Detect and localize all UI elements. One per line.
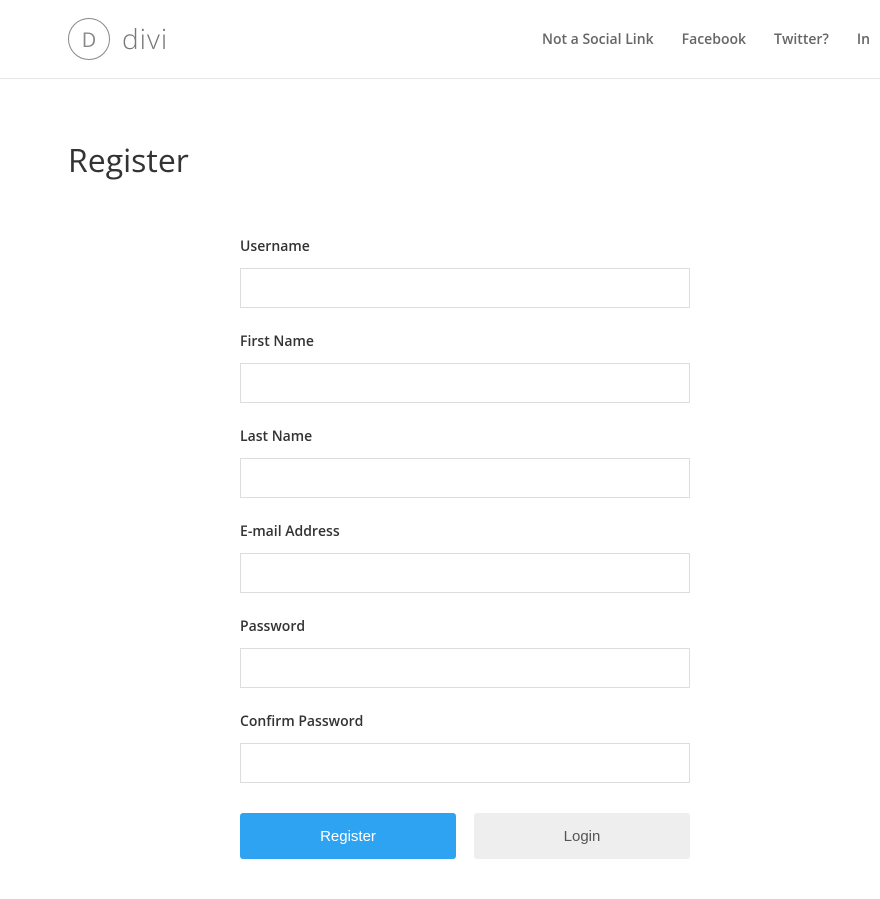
page-title: Register	[68, 139, 812, 182]
nav-link-facebook[interactable]: Facebook	[682, 30, 746, 49]
input-lastname[interactable]	[240, 458, 690, 498]
label-firstname: First Name	[240, 332, 690, 351]
main-container: Register Username First Name Last Name E…	[0, 79, 880, 899]
input-username[interactable]	[240, 268, 690, 308]
button-row: Register Login	[240, 813, 690, 859]
login-button[interactable]: Login	[474, 813, 690, 859]
label-confirm-password: Confirm Password	[240, 712, 690, 731]
label-username: Username	[240, 237, 690, 256]
form-group-username: Username	[240, 237, 690, 308]
nav-link-twitter[interactable]: Twitter?	[774, 30, 829, 49]
logo-icon: D	[68, 18, 110, 60]
input-firstname[interactable]	[240, 363, 690, 403]
form-group-lastname: Last Name	[240, 427, 690, 498]
nav-link-in[interactable]: In	[857, 30, 870, 49]
register-form: Username First Name Last Name E-mail Add…	[240, 237, 690, 859]
form-group-confirm-password: Confirm Password	[240, 712, 690, 783]
label-password: Password	[240, 617, 690, 636]
label-lastname: Last Name	[240, 427, 690, 446]
form-group-password: Password	[240, 617, 690, 688]
input-password[interactable]	[240, 648, 690, 688]
label-email: E-mail Address	[240, 522, 690, 541]
register-button[interactable]: Register	[240, 813, 456, 859]
top-nav: Not a Social Link Facebook Twitter? In	[542, 30, 880, 49]
header: D divi Not a Social Link Facebook Twitte…	[0, 0, 880, 79]
logo[interactable]: D divi	[68, 18, 168, 60]
form-group-firstname: First Name	[240, 332, 690, 403]
nav-link-not-social[interactable]: Not a Social Link	[542, 30, 654, 49]
form-group-email: E-mail Address	[240, 522, 690, 593]
logo-text: divi	[122, 20, 168, 58]
logo-letter: D	[82, 26, 97, 53]
input-email[interactable]	[240, 553, 690, 593]
input-confirm-password[interactable]	[240, 743, 690, 783]
